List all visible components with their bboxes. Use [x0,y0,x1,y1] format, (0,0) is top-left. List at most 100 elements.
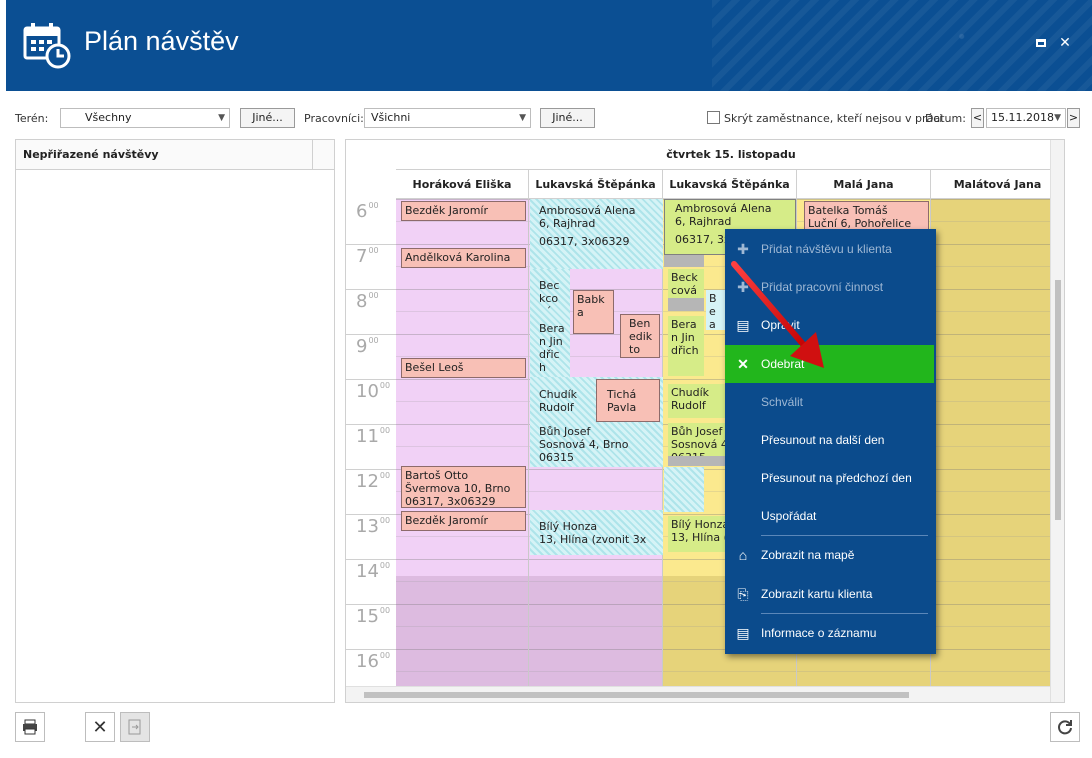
vertical-scrollbar[interactable] [1050,140,1064,702]
calendar-clock-icon [23,23,71,69]
hour-label: 600 [356,201,379,222]
info-doc-icon: ▤ [736,625,750,641]
tools-button[interactable]: ✕ [85,712,115,742]
appointment[interactable]: Bartoš Otto Švermova 10, Brno 06317, 3x0… [401,466,526,508]
appointment[interactable]: Batelka Tomáš Luční 6, Pohořelice [804,201,929,231]
hide-absent-checkbox[interactable] [707,111,720,124]
appointment-address: 6, Rajhrad [539,217,596,230]
pracovnici-label: Pracovníci: [304,112,364,125]
date-value: 15.11.2018 [991,111,1054,124]
appointment-client: Bůh Josef [671,425,723,438]
appointment[interactable]: Chudík Rudolf [668,384,726,418]
day-header: čtvrtek 15. listopadu [396,140,1064,170]
card-icon: ⎘ [737,586,749,602]
appointment-client: Pavla [607,401,637,414]
appointment[interactable]: Chudík Rudolf [536,386,588,418]
menu-item-show-map[interactable]: ⌂ Zobrazit na mapě [725,536,936,574]
teren-jine-button[interactable]: Jiné... [240,108,295,128]
hour-label: 1300 [356,516,391,537]
menu-item-approve[interactable]: Schválit [725,383,936,421]
appointment-client: Bůh Josef [539,425,591,438]
hour-label: 1600 [356,651,391,672]
appointment[interactable]: Beckcová [536,277,566,309]
export-button[interactable] [120,712,150,742]
horizontal-scrollbar[interactable] [346,686,1052,702]
menu-item-label: Zobrazit kartu klienta [761,587,873,601]
menu-item-label: Zobrazit na mapě [761,548,855,562]
close-icon[interactable]: ✕ [1058,36,1072,50]
hour-label: 1100 [356,426,391,447]
chevron-down-icon: ▼ [519,113,526,123]
appointment-address: 13, Hlína (zvonit 3x [539,533,647,546]
appointment-client: Ambrosová Alena [675,202,772,215]
refresh-button[interactable] [1050,712,1080,742]
date-picker[interactable]: 15.11.2018 ▼ [986,108,1066,128]
datum-label: Datum: [925,112,966,125]
hour-label: 700 [356,246,379,267]
appointment-client: Rudolf [671,399,706,412]
appointment-address: Sosnová 4, Brno [539,438,629,451]
appointment[interactable]: Tichá Pavla [596,379,660,422]
chevron-down-icon: ▼ [1054,113,1061,123]
teren-label: Terén: [15,112,49,125]
next-day-button[interactable]: > [1067,108,1080,128]
chevron-down-icon: ▼ [218,113,225,123]
teren-select[interactable]: Všechny ▼ [60,108,230,128]
unassigned-title: Nepřiřazené návštěvy [23,148,159,161]
appointment-client: Bartoš Otto [405,469,469,482]
appointment-client: Batelka Tomáš [808,204,888,217]
hour-label: 800 [356,291,379,312]
hour-label: 1400 [356,561,391,582]
appointment[interactable]: Bílý Honza 13, Hlína (zvonit 3x [536,518,661,550]
appointment[interactable]: Bezděk Jaromír [401,511,526,531]
appointment[interactable]: Ambrosová Alena 6, Rajhrad 06317, 3x0632… [536,202,661,250]
menu-item-move-next[interactable]: Přesunout na další den [725,421,936,459]
appointment[interactable]: Beran Jindřich [668,316,704,376]
maximize-icon[interactable] [1034,36,1048,50]
unassigned-visits-panel[interactable]: Nepřiřazené návštěvy [15,139,335,703]
pracovnici-jine-button[interactable]: Jiné... [540,108,595,128]
print-button[interactable] [15,712,45,742]
scroll-thumb[interactable] [364,692,909,698]
prev-day-button[interactable]: < [971,108,984,128]
appointment[interactable]: Bílý Honza 13, Hlína (z [668,516,726,552]
appointment[interactable]: Bešel Leoš [401,358,526,378]
appointment-phone: 06317, 3x06329 [539,235,630,248]
appointment[interactable]: Bůh Josef Sosnová 4, Brno 06315 [536,423,661,465]
employee-header: Malátová Jana [931,170,1064,199]
calendar-grid[interactable]: čtvrtek 15. listopadu Horáková Eliška Lu… [345,139,1065,703]
document-export-icon [128,719,141,735]
teren-value: Všechny [85,111,132,124]
menu-item-move-prev[interactable]: Přesunout na předchozí den [725,459,936,497]
hour-label: 1000 [356,381,391,402]
appointment-client: Ambrosová Alena [539,204,636,217]
menu-item-record-info[interactable]: ▤ Informace o záznamu [725,614,936,652]
employee-header: Lukavská Štěpánka [529,170,663,199]
menu-item-label: Přesunout na další den [761,433,885,447]
hour-label: 1500 [356,606,391,627]
print-icon [23,719,37,735]
menu-item-label: Přesunout na předchozí den [761,471,912,485]
appointment[interactable]: Bezděk Jaromír [401,201,526,221]
menu-item-arrange[interactable]: Uspořádat [725,497,936,535]
appointment-address: Švermova 10, Brno [405,482,511,495]
employee-column[interactable] [396,199,529,686]
hour-label: 900 [356,336,379,357]
employee-header: Malá Jana [797,170,931,199]
title-bar: Plán návštěv ✕ [6,0,1092,91]
appointment-phone: 06317, 3x06329 [405,495,496,508]
pracovnici-select[interactable]: Všichni ▼ [364,108,531,128]
appointment[interactable]: Babka [573,290,614,334]
appointment-client: Bílý Honza [539,520,598,533]
appointment-client: Bílý Honza [671,518,726,531]
appointment[interactable]: Benedikto [620,314,660,358]
employee-header: Lukavská Štěpánka [663,170,797,199]
appointment[interactable]: Andělková Karolina [401,248,526,268]
appointment[interactable]: Beran Jindřich [536,320,568,376]
menu-item-client-card[interactable]: ⎘ Zobrazit kartu klienta [725,575,936,613]
employee-header: Horáková Eliška [396,170,529,199]
menu-item-label: Informace o záznamu [761,626,877,640]
scroll-thumb[interactable] [1055,280,1061,520]
unassigned-header: Nepřiřazené návštěvy [16,140,334,170]
employee-column[interactable] [931,199,1064,686]
